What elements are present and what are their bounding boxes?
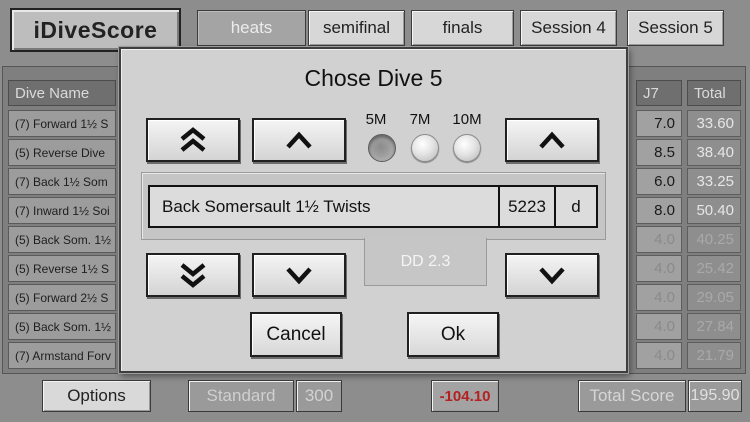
board-radio-5m[interactable] — [368, 134, 396, 162]
table-cell-j7: 7.0 — [636, 110, 682, 137]
tab-heats[interactable]: heats — [197, 10, 306, 46]
choose-dive-dialog: Chose Dive 5 5M 7M 10M Back Somersault 1… — [119, 47, 628, 373]
total-score-value: 195.90 — [688, 380, 742, 412]
table-cell-j7: 8.0 — [636, 197, 682, 224]
double-chevron-up-icon — [178, 125, 208, 155]
table-cell-j7: 4.0 — [636, 284, 682, 311]
table-cell-j7: 4.0 — [636, 226, 682, 253]
table-cell-j7: 4.0 — [636, 313, 682, 340]
board-radio-10m[interactable] — [453, 134, 481, 162]
scroll-down-button[interactable] — [252, 253, 346, 297]
table-cell-j7: 8.5 — [636, 139, 682, 166]
table-cell-total: 27.84 — [687, 313, 741, 340]
degree-of-difficulty: DD 2.3 — [364, 238, 487, 286]
table-row-dive-name[interactable]: (7) Forward 1½ S — [8, 110, 116, 137]
tab-finals[interactable]: finals — [411, 10, 514, 46]
dive-name-field[interactable]: Back Somersault 1½ Twists — [148, 185, 500, 228]
table-row-dive-name[interactable]: (5) Back Som. 1½ — [8, 226, 116, 253]
tab-session-5[interactable]: Session 5 — [627, 10, 724, 46]
table-row-dive-name[interactable]: (7) Inward 1½ Soi — [8, 197, 116, 224]
ok-button[interactable]: Ok — [407, 312, 499, 357]
board-label-10m: 10M — [452, 111, 482, 128]
table-cell-j7: 4.0 — [636, 342, 682, 369]
position-up-button[interactable] — [505, 118, 599, 162]
chevron-up-icon — [537, 129, 567, 151]
table-cell-j7: 6.0 — [636, 168, 682, 195]
double-chevron-down-icon — [178, 260, 208, 290]
table-cell-total: 33.60 — [687, 110, 741, 137]
table-row-dive-name[interactable]: (5) Back Som. 1½ — [8, 313, 116, 340]
chevron-down-icon — [537, 264, 567, 286]
dive-number-field[interactable]: 5223 — [498, 185, 556, 228]
table-cell-total: 21.79 — [687, 342, 741, 369]
table-cell-total: 25.42 — [687, 255, 741, 282]
scroll-up-fast-button[interactable] — [146, 118, 240, 162]
board-label-7m: 7M — [409, 111, 431, 128]
tab-semifinal[interactable]: semifinal — [308, 10, 405, 46]
column-header-total: Total — [687, 80, 741, 106]
table-cell-total: 40.25 — [687, 226, 741, 253]
options-button[interactable]: Options — [42, 380, 151, 412]
column-header-dive-name: Dive Name — [8, 80, 116, 106]
score-difference: -104.10 — [431, 380, 499, 412]
total-score-label: Total Score — [578, 380, 686, 412]
table-cell-j7: 4.0 — [636, 255, 682, 282]
scroll-up-button[interactable] — [252, 118, 346, 162]
table-row-dive-name[interactable]: (5) Reverse 1½ S — [8, 255, 116, 282]
app-title[interactable]: iDiveScore — [10, 8, 181, 52]
table-row-dive-name[interactable]: (5) Forward 2½ S — [8, 284, 116, 311]
scroll-down-fast-button[interactable] — [146, 253, 240, 297]
table-row-dive-name[interactable]: (7) Back 1½ Som — [8, 168, 116, 195]
board-radio-7m[interactable] — [411, 134, 439, 162]
chevron-up-icon — [284, 129, 314, 151]
table-cell-total: 38.40 — [687, 139, 741, 166]
table-cell-total: 29.05 — [687, 284, 741, 311]
chevron-down-icon — [284, 264, 314, 286]
dialog-title: Chose Dive 5 — [304, 65, 443, 91]
standard-value: 300 — [296, 380, 342, 412]
tab-session-4[interactable]: Session 4 — [520, 10, 617, 46]
column-header-j7: J7 — [636, 80, 682, 106]
board-label-5m: 5M — [365, 111, 387, 128]
table-row-dive-name[interactable]: (7) Armstand Forv — [8, 342, 116, 369]
table-row-dive-name[interactable]: (5) Reverse Dive — [8, 139, 116, 166]
cancel-button[interactable]: Cancel — [250, 312, 342, 357]
dive-position-field[interactable]: d — [554, 185, 598, 228]
table-cell-total: 33.25 — [687, 168, 741, 195]
table-cell-total: 50.40 — [687, 197, 741, 224]
standard-label[interactable]: Standard — [188, 380, 294, 412]
position-down-button[interactable] — [505, 253, 599, 297]
